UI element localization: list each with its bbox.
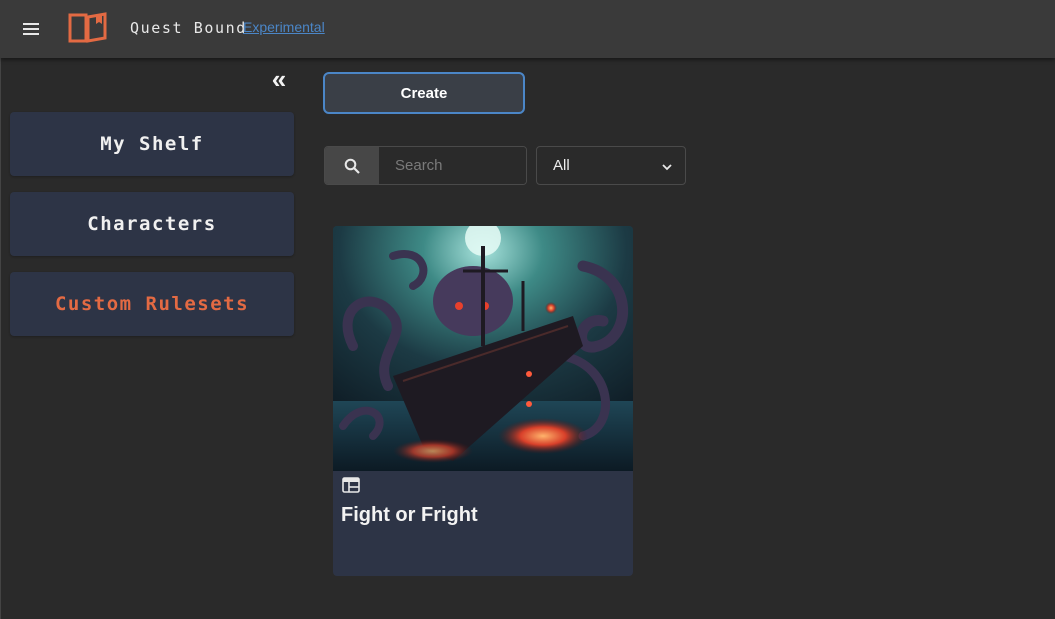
search-bar	[324, 146, 527, 185]
app-title: Quest Bound	[130, 19, 247, 37]
kraken-ship-illustration	[333, 226, 633, 471]
web-layout-icon	[342, 477, 360, 498]
search-icon[interactable]	[325, 147, 379, 184]
sidebar-item-custom-rulesets[interactable]: Custom Rulesets	[10, 272, 294, 336]
sidebar-item-characters[interactable]: Characters	[10, 192, 294, 256]
hamburger-menu-icon[interactable]	[20, 17, 44, 41]
experimental-link[interactable]: Experimental	[243, 19, 325, 35]
app-bar: Quest Bound Experimental	[0, 0, 1055, 58]
sidebar: « My Shelf Characters Custom Rulesets	[0, 58, 303, 619]
double-chevron-left-icon[interactable]: «	[267, 66, 291, 92]
filter-selected-value: All	[553, 157, 570, 174]
ruleset-card[interactable]: Fight or Fright	[333, 226, 633, 576]
chevron-down-icon	[661, 160, 673, 177]
search-input[interactable]	[379, 147, 526, 184]
create-button[interactable]: Create	[323, 72, 525, 114]
filter-select[interactable]: All	[536, 146, 686, 185]
sidebar-item-my-shelf[interactable]: My Shelf	[10, 112, 294, 176]
card-title: Fight or Fright	[341, 504, 478, 526]
open-book-logo[interactable]	[67, 11, 109, 45]
